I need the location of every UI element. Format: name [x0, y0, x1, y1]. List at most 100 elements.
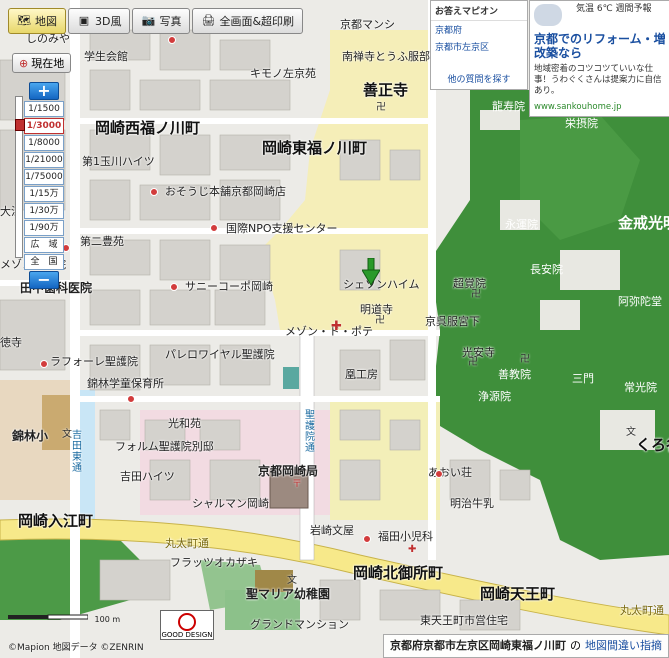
map-view-label: 地図 — [35, 15, 57, 28]
map-label-kimono-sakyo: キモノ左京苑 — [250, 67, 316, 80]
poi-marker[interactable] — [150, 188, 158, 196]
temple-icon: 卍 — [468, 357, 478, 368]
temple-icon: 卍 — [375, 315, 385, 326]
ad-url[interactable]: www.sankouhome.jp — [534, 102, 622, 112]
temple-icon: 卍 — [471, 289, 481, 300]
map-toolbar: 🗺 地図 ▣ 3D風 📷 写真 🖨 全画面&超印刷 — [8, 8, 304, 34]
map-label-meiji-gyunyu: 明治牛乳 — [450, 497, 494, 510]
view-3d-button[interactable]: ▣ 3D風 — [68, 8, 131, 34]
answer-link-ward[interactable]: 京都市左京区 — [431, 38, 527, 55]
map-label-marutamachi-dori-1: 丸太町通 — [165, 537, 209, 550]
school-icon: 文 — [626, 427, 636, 438]
map-label-koanji: 光安寺 — [462, 346, 495, 359]
map-label-kowaen: 光和苑 — [168, 417, 201, 430]
weather-cloud-icon — [534, 4, 562, 26]
poi-marker[interactable] — [127, 395, 135, 403]
map-label-konkaikomyoji: 金戒光明寺 — [618, 214, 669, 232]
map-label-okazaki-higashi-fukunokawa: 岡崎東福ノ川町 — [262, 139, 368, 157]
ad-body: 地域密着のコツコツていいな仕事！うわぐくさんは提案力に自信あり。 — [534, 64, 662, 96]
ad-panel[interactable]: 気温 6℃ 週間予報 京都でのリフォーム・増改築なら 地域密着のコツコツていいな… — [529, 0, 669, 117]
map-label-higashi-tenno-jutaku: 東天王町市営住宅 — [420, 614, 508, 627]
zoom-level-item[interactable]: 1/15万 — [24, 186, 64, 202]
map-label-gakusei-kaikan: 学生会館 — [84, 50, 128, 63]
photo-view-button[interactable]: 📷 写真 — [132, 8, 191, 34]
map-label-marutamachi-dori-2: 丸太町通 — [620, 604, 664, 617]
school-icon: 文 — [62, 429, 72, 440]
print-icon: 🖨 — [201, 14, 216, 27]
map-label-seigoin-dori: 聖護院通 — [305, 410, 315, 454]
zoom-level-item[interactable]: 1/30万 — [24, 203, 64, 219]
ad-headline[interactable]: 京都でのリフォーム・増改築なら — [534, 32, 666, 60]
fullscreen-print-label: 全画面&超印刷 — [219, 15, 295, 28]
report-error-link[interactable]: 地図間違い指摘 — [585, 635, 662, 657]
answer-panel-title: お答えマピオン — [431, 1, 527, 21]
good-design-badge[interactable]: GOOD DESIGN — [160, 610, 214, 640]
zoom-level-item[interactable]: 1/3000 — [24, 118, 64, 134]
crosshair-icon: ⊕ — [19, 56, 29, 70]
map-label-palais-royal: パレロワイヤル聖護院 — [165, 348, 275, 361]
map-label-nanzenji-tofu: 南禅寺とうふ服部 — [342, 50, 430, 63]
map-label-sanmon: 三門 — [572, 372, 594, 385]
zoom-out-button[interactable]: − — [29, 271, 59, 289]
zoom-control: + 1/1500 1/3000 1/8000 1/21000 1/75000 1… — [12, 82, 70, 289]
map-label-eishoin: 栄摂院 — [565, 117, 598, 130]
poi-marker[interactable] — [170, 283, 178, 291]
zoom-level-item[interactable]: 1/1500 — [24, 101, 64, 117]
post-office-icon: 〒 — [292, 479, 302, 490]
cube-icon: ▣ — [78, 14, 90, 27]
map-label-ryushoin: 龍寿院 — [492, 100, 525, 113]
zoom-level-item[interactable]: 全 国 — [24, 254, 64, 270]
current-location-button[interactable]: ⊕ 現在地 — [12, 53, 72, 73]
location-pin-icon[interactable] — [362, 258, 380, 286]
hospital-icon: ✚ — [408, 544, 417, 555]
weather-text[interactable]: 気温 6℃ 週間予報 — [576, 4, 652, 14]
map-label-grand-mansion: グランドマンション — [250, 618, 349, 631]
zoom-level-item[interactable]: 1/75000 — [24, 169, 64, 185]
good-design-icon — [178, 613, 196, 631]
map-label-okazaki-tenno: 岡崎天王町 — [480, 585, 556, 603]
fullscreen-print-button[interactable]: 🖨 全画面&超印刷 — [192, 8, 304, 34]
poi-marker[interactable] — [40, 360, 48, 368]
map-label-npo: 国際NPO支援センター — [226, 222, 338, 235]
current-location-label: 現在地 — [31, 57, 65, 70]
map-label-zenkyoin: 善教院 — [498, 368, 531, 381]
zoom-in-button[interactable]: + — [29, 82, 59, 100]
map-label-laforet: ラフォーレ聖護院 — [50, 355, 138, 368]
map-label-jodoin: 浄源院 — [478, 390, 511, 403]
map-label-zenshoji: 善正寺 — [363, 81, 409, 99]
view-3d-label: 3D風 — [95, 15, 122, 28]
temple-icon: 卍 — [520, 354, 530, 365]
map-icon: 🗺 — [17, 14, 31, 27]
poi-marker[interactable] — [168, 36, 176, 44]
map-label-jokoin: 常光院 — [624, 381, 657, 394]
map-label-iwasaki-bunkoku: 岩崎文屋 — [310, 524, 354, 537]
map-label-chokakuin: 超覚院 — [453, 277, 486, 290]
map-label-amidado: 阿弥陀堂 — [618, 295, 662, 308]
answer-link-prefecture[interactable]: 京都府 — [431, 21, 527, 38]
scale-label: 100 m — [94, 615, 121, 624]
zoom-slider-track[interactable] — [15, 96, 25, 258]
zoom-level-item[interactable]: 1/8000 — [24, 135, 64, 151]
map-label-eiunin: 永運院 — [505, 218, 538, 231]
address-bar: 京都府京都市左京区岡崎東福ノ川町 の 地図間違い指摘 — [383, 634, 669, 658]
zoom-slider-handle[interactable] — [15, 119, 25, 131]
map-label-fudokobo: 凰工房 — [345, 368, 378, 381]
zoom-level-item[interactable]: 1/90万 — [24, 220, 64, 236]
map-label-follm: フォルム聖護院別邸 — [115, 440, 214, 453]
map-view-button[interactable]: 🗺 地図 — [8, 8, 66, 34]
poi-marker[interactable] — [435, 470, 443, 478]
zoom-level-item[interactable]: 広 域 — [24, 237, 64, 253]
poi-marker[interactable] — [363, 535, 371, 543]
poi-marker[interactable] — [210, 224, 218, 232]
address-suffix: の — [570, 639, 581, 652]
answer-panel: お答えマピオン 京都府 京都市左京区 他の質問を探す — [430, 0, 528, 90]
zoom-level-item[interactable]: 1/21000 — [24, 152, 64, 168]
map-label-clinic-left: 徳寺 — [0, 336, 22, 349]
temple-icon: 卍 — [376, 102, 386, 113]
map-label-chez-haim: シェソンハイム — [343, 278, 420, 291]
map-label-okazaki-kitagosho: 岡崎北御所町 — [353, 564, 444, 582]
map-label-okazaki-irie: 岡崎入江町 — [18, 512, 94, 530]
school-icon: 文 — [287, 575, 297, 586]
scale-bar: 100 m — [8, 612, 120, 624]
find-other-questions-link[interactable]: 他の質問を探す — [431, 72, 527, 85]
